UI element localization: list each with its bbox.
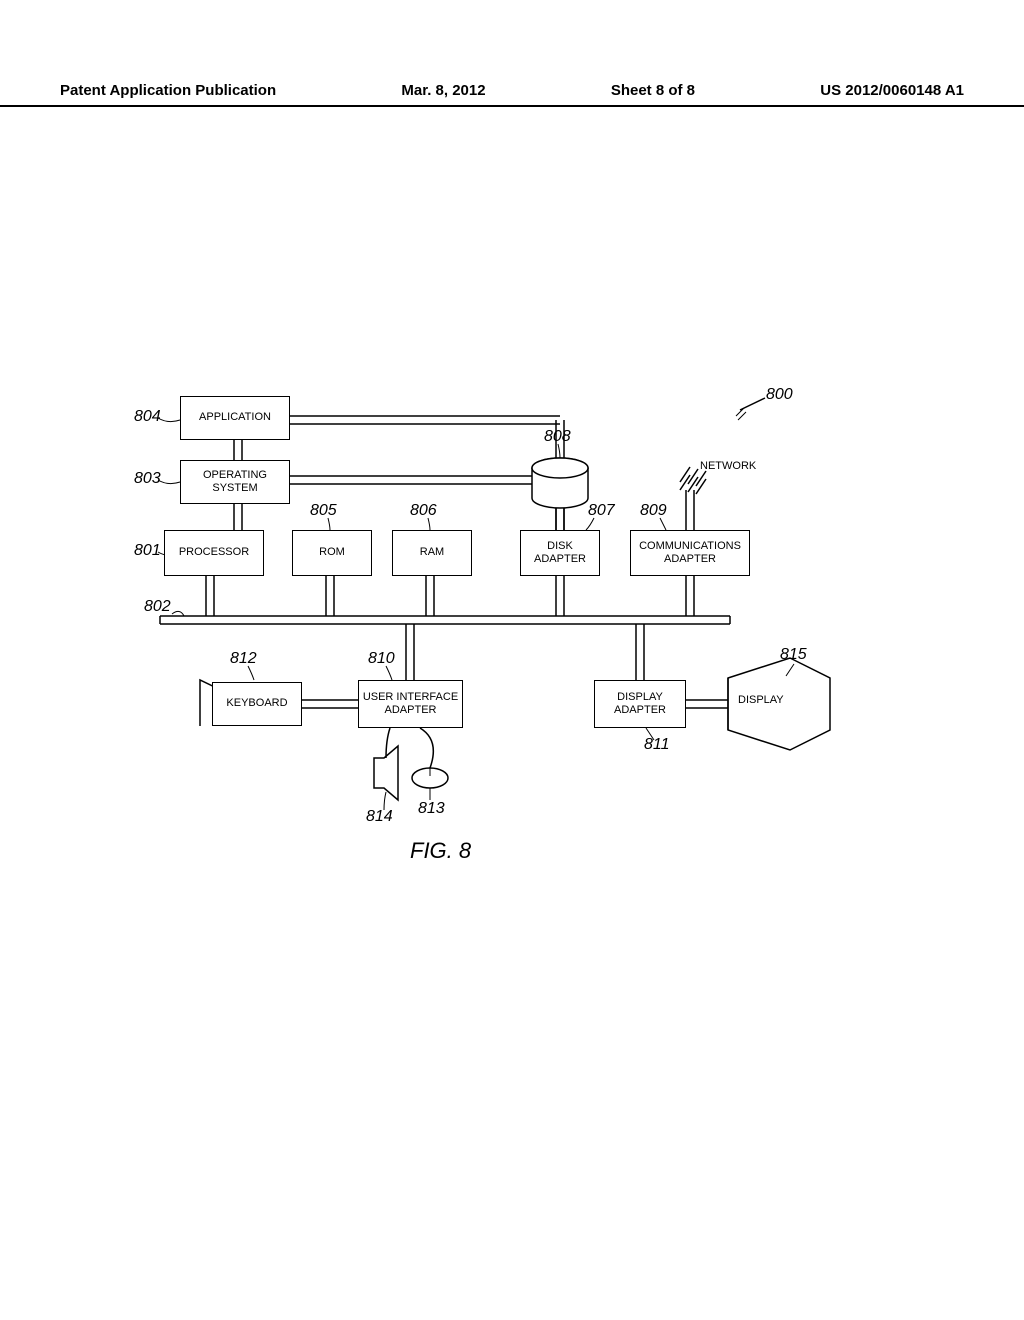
header-title: Patent Application Publication [60, 82, 276, 99]
block-comm-adapter: COMMUNICATIONS ADAPTER [630, 530, 750, 576]
ref-803: 803 [134, 470, 161, 488]
ref-811: 811 [644, 736, 670, 754]
block-ram-label: RAM [420, 546, 444, 559]
header-date: Mar. 8, 2012 [401, 82, 485, 99]
block-comm-adapter-label: COMMUNICATIONS ADAPTER [633, 540, 747, 566]
block-display-adapter-label: DISPLAY ADAPTER [597, 691, 683, 717]
block-operating-system: OPERATING SYSTEM [180, 460, 290, 504]
block-disk-adapter: DISK ADAPTER [520, 530, 600, 576]
block-rom-label: ROM [319, 546, 345, 559]
block-ram: RAM [392, 530, 472, 576]
block-display-label: DISPLAY [738, 694, 784, 706]
block-display-adapter: DISPLAY ADAPTER [594, 680, 686, 728]
ref-810: 810 [368, 650, 395, 668]
ref-802: 802 [144, 598, 171, 616]
header-pubnum: US 2012/0060148 A1 [820, 82, 964, 99]
block-ui-adapter-label: USER INTERFACE ADAPTER [361, 691, 460, 717]
diagram-wires [130, 380, 890, 900]
ref-809: 809 [640, 502, 667, 520]
block-ui-adapter: USER INTERFACE ADAPTER [358, 680, 463, 728]
ref-806: 806 [410, 502, 437, 520]
block-disk-adapter-label: DISK ADAPTER [523, 540, 597, 566]
ref-804: 804 [134, 408, 161, 426]
ref-815: 815 [780, 646, 807, 664]
header-sheet: Sheet 8 of 8 [611, 82, 695, 99]
ref-813: 813 [418, 800, 445, 818]
block-application-label: APPLICATION [199, 411, 271, 424]
ref-812: 812 [230, 650, 257, 668]
block-processor: PROCESSOR [164, 530, 264, 576]
block-application: APPLICATION [180, 396, 290, 440]
block-processor-label: PROCESSOR [179, 546, 249, 559]
ref-807: 807 [588, 502, 615, 520]
ref-800: 800 [766, 386, 793, 404]
network-label: NETWORK [700, 460, 756, 472]
block-keyboard-label: KEYBOARD [226, 697, 287, 710]
block-rom: ROM [292, 530, 372, 576]
ref-801: 801 [134, 542, 161, 560]
page-header: Patent Application Publication Mar. 8, 2… [0, 82, 1024, 107]
ref-808: 808 [544, 428, 571, 446]
ref-814: 814 [366, 808, 393, 826]
ref-805: 805 [310, 502, 337, 520]
figure-label: FIG. 8 [410, 838, 471, 864]
block-keyboard: KEYBOARD [212, 682, 302, 726]
block-os-label: OPERATING SYSTEM [183, 469, 287, 495]
figure-8-diagram: APPLICATION OPERATING SYSTEM PROCESSOR R… [130, 380, 890, 900]
